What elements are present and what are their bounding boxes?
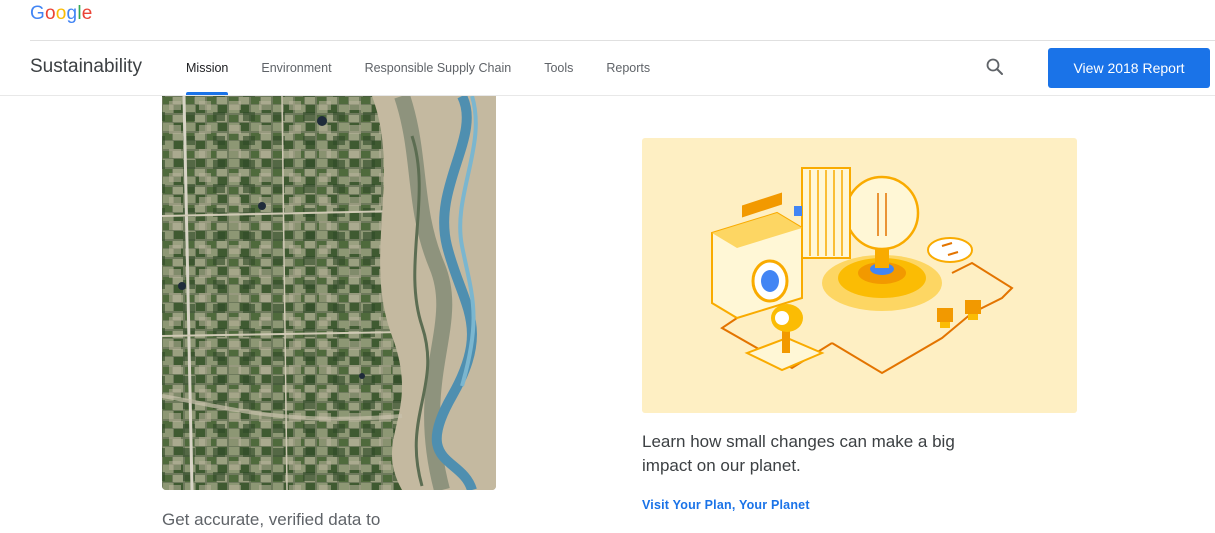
search-icon[interactable] (984, 56, 1006, 78)
site-title[interactable]: Sustainability (30, 56, 142, 78)
google-topbar: Google (0, 0, 1215, 40)
logo-letter: o (44, 3, 56, 24)
tab-mission[interactable]: Mission (186, 41, 229, 95)
logo-letter: g (66, 3, 78, 24)
logo-letter: o (55, 3, 67, 24)
tab-reports[interactable]: Reports (606, 41, 650, 95)
tab-environment[interactable]: Environment (261, 41, 331, 95)
home-energy-illustration[interactable] (642, 138, 1077, 413)
right-card-text: Learn how small changes can make a big i… (642, 432, 955, 475)
satellite-farmland-river-image[interactable] (162, 96, 496, 490)
left-card-text: Get accurate, verified data to (162, 510, 381, 529)
google-logo[interactable]: Google (30, 3, 93, 25)
view-report-button[interactable]: View 2018 Report (1048, 48, 1210, 88)
logo-letter: G (30, 3, 45, 24)
tab-responsible-supply-chain[interactable]: Responsible Supply Chain (365, 41, 512, 95)
visit-your-plan-link[interactable]: Visit Your Plan, Your Planet (642, 498, 810, 512)
logo-letter: e (81, 3, 93, 24)
site-navbar: Sustainability Mission Environment Respo… (0, 41, 1215, 95)
tab-tools[interactable]: Tools (544, 41, 573, 95)
nav-tabs: Mission Environment Responsible Supply C… (186, 41, 683, 95)
